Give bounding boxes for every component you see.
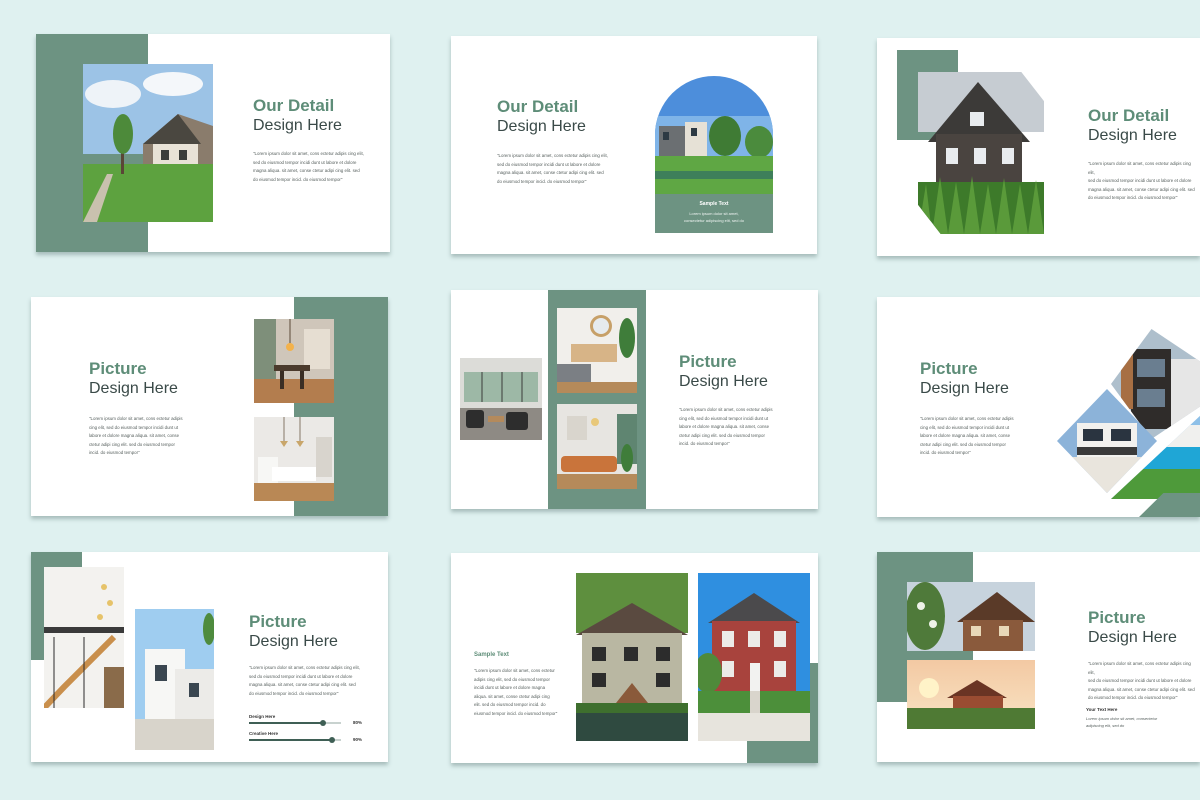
title-line-1: Picture <box>920 359 978 378</box>
body-text: "Lorem ipsum dolor sit amet, cons ectetu… <box>249 665 360 696</box>
bar-2-fill <box>249 739 332 741</box>
house-photo-cut <box>918 72 1044 234</box>
arched-house-photo <box>655 76 773 194</box>
body-text: "Lorem ipsum dolor sit amet, cons ectetu… <box>1088 161 1195 200</box>
body-text: "Lorem ipsum dolor sit amet, cons ectetu… <box>679 407 773 446</box>
title-line-2: Design Here <box>249 633 338 651</box>
body-text: "Lorem ipsum dolor sit amet, cons ectetu… <box>497 153 608 184</box>
bar-1-knob[interactable] <box>319 720 326 726</box>
dining-room-photo <box>254 319 334 403</box>
bar-2-label: Creative Here <box>249 731 279 736</box>
slide-2[interactable]: Our Detail Design Here "Lorem ipsum dolo… <box>451 36 817 254</box>
title-line-1: Picture <box>679 352 737 371</box>
caption-title: Sample Text <box>699 201 729 207</box>
lounge-photo <box>557 404 637 489</box>
slide-title: Our Detail Design Here <box>1088 106 1177 146</box>
slide-9[interactable]: Picture Design Here "Lorem ipsum dolor s… <box>877 552 1200 762</box>
red-house-photo <box>698 573 810 741</box>
slide-title: Picture Design Here <box>679 352 768 392</box>
note-title: Your Text Here <box>1086 707 1118 712</box>
slide-3[interactable]: Our Detail Design Here "Lorem ipsum dolo… <box>877 38 1200 256</box>
kitchen-photo <box>254 417 334 501</box>
living-room-photo <box>460 358 542 440</box>
staircase-photo <box>44 567 124 708</box>
title-line-1: Our Detail <box>253 96 335 115</box>
title-line-2: Design Here <box>89 380 178 398</box>
bar-1-fill <box>249 722 323 724</box>
sunset-house-photo <box>907 660 1035 729</box>
title-line-2: Design Here <box>497 118 586 136</box>
white-house-photo <box>135 609 214 750</box>
title-line-2: Design Here <box>679 373 768 391</box>
slide-8[interactable]: Sample Text "Lorem ipsum dolor sit amet,… <box>451 553 818 763</box>
bar-1-track <box>249 720 341 726</box>
title-line-2: Design Here <box>920 380 1009 398</box>
title-line-1: Picture <box>249 612 307 631</box>
body-text: "Lorem ipsum dolor sit amet, cons ectetu… <box>474 668 558 716</box>
bedroom-photo <box>557 308 637 393</box>
body-text: "Lorem ipsum dolor sit amet, cons ectetu… <box>89 416 183 455</box>
title-line-2: Design Here <box>1088 127 1177 145</box>
bar-1-value: 80% <box>353 720 363 725</box>
slide-title: Picture Design Here <box>89 359 178 399</box>
note-body: Lorem ipsum dolor sit amet, consectetur … <box>1086 716 1158 728</box>
slide-title: Picture Design Here <box>249 612 338 652</box>
title-line-1: Picture <box>89 359 147 378</box>
body-text: "Lorem ipsum dolor sit amet, cons ectetu… <box>920 416 1014 455</box>
slide-title: Picture Design Here <box>920 359 1009 399</box>
title-line-1: Picture <box>1088 608 1146 627</box>
slide-4[interactable]: Picture Design Here "Lorem ipsum dolor s… <box>31 297 388 516</box>
sample-title: Sample Text <box>474 652 509 658</box>
bar-2-track <box>249 737 341 743</box>
slide-title: Our Detail Design Here <box>253 96 342 136</box>
title-line-1: Our Detail <box>1088 106 1170 125</box>
house-photo <box>83 64 213 222</box>
cabin-photo <box>907 582 1035 651</box>
bar-2-value: 90% <box>353 737 363 742</box>
caption-body: Lorem ipsum dolor sit amet, consectetur … <box>683 211 745 223</box>
bar-1-label: Design Here <box>249 714 276 719</box>
title-line-2: Design Here <box>1088 629 1177 647</box>
presentation-template-preview: Our Detail Design Here "Lorem ipsum dolo… <box>0 0 1200 800</box>
title-line-1: Our Detail <box>497 97 579 116</box>
bar-2-knob[interactable] <box>328 737 335 743</box>
title-line-2: Design Here <box>253 117 342 135</box>
slide-7[interactable]: Picture Design Here "Lorem ipsum dolor s… <box>31 552 388 762</box>
slide-6[interactable]: Picture Design Here "Lorem ipsum dolor s… <box>877 297 1200 517</box>
body-text: "Lorem ipsum dolor sit amet, cons ectetu… <box>253 151 364 182</box>
tudor-house-photo <box>576 573 688 741</box>
slide-5[interactable]: Picture Design Here "Lorem ipsum dolor s… <box>451 290 818 509</box>
slide-title: Picture Design Here <box>1088 608 1177 648</box>
body-text: "Lorem ipsum dolor sit amet, cons ectetu… <box>1088 661 1195 700</box>
slide-1[interactable]: Our Detail Design Here "Lorem ipsum dolo… <box>36 34 390 252</box>
slide-title: Our Detail Design Here <box>497 97 586 137</box>
